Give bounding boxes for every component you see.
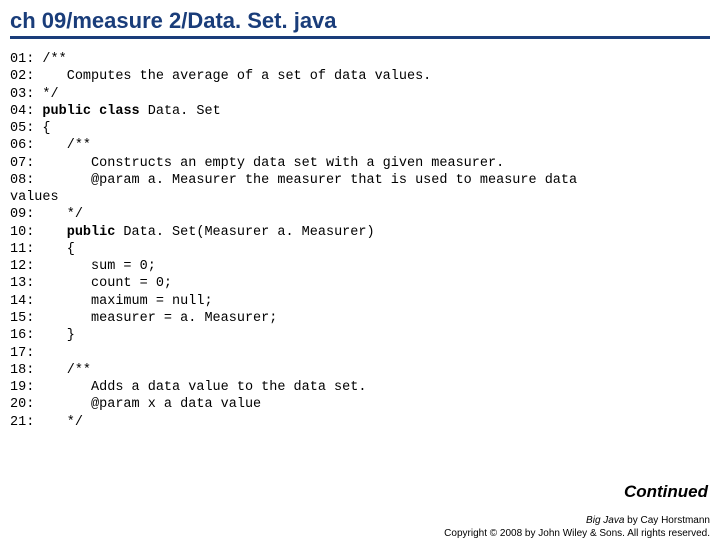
code: /** <box>34 363 91 378</box>
code: Data. Set(Measurer a. Measurer) <box>115 225 374 240</box>
code: Data. Set <box>140 104 221 119</box>
keyword-public: public <box>67 225 116 240</box>
code: { <box>34 242 75 257</box>
lineno: 15: <box>10 311 34 326</box>
code: Constructs an empty data set with a give… <box>34 156 504 171</box>
lineno: 21: <box>10 415 34 430</box>
lineno: 05: <box>10 121 34 136</box>
code: count = 0; <box>34 276 172 291</box>
lineno: 17: <box>10 346 34 361</box>
code: sum = 0; <box>34 259 156 274</box>
copyright: Copyright © 2008 by John Wiley & Sons. A… <box>444 527 710 540</box>
lineno: 08: <box>10 173 34 188</box>
lineno: 03: <box>10 87 34 102</box>
code <box>34 225 66 240</box>
code: Adds a data value to the data set. <box>34 380 366 395</box>
lineno: 11: <box>10 242 34 257</box>
code: /** <box>34 52 66 67</box>
lineno: 18: <box>10 363 34 378</box>
code: { <box>34 121 50 136</box>
book-title: Big Java <box>586 515 624 526</box>
code: values <box>10 190 59 205</box>
lineno: 09: <box>10 207 34 222</box>
lineno: 01: <box>10 52 34 67</box>
code-listing: 01: /** 02: Computes the average of a se… <box>10 51 720 431</box>
book-credit: Big Java by Cay Horstmann <box>444 514 710 527</box>
keyword-class: class <box>99 104 140 119</box>
code: @param x a data value <box>34 397 261 412</box>
code: } <box>34 328 75 343</box>
lineno: 04: <box>10 104 34 119</box>
lineno: 19: <box>10 380 34 395</box>
code: /** <box>34 138 91 153</box>
lineno: 16: <box>10 328 34 343</box>
footer: Big Java by Cay Horstmann Copyright © 20… <box>444 514 710 540</box>
page-title: ch 09/measure 2/Data. Set. java <box>10 8 710 34</box>
lineno: 20: <box>10 397 34 412</box>
code <box>91 104 99 119</box>
code: measurer = a. Measurer; <box>34 311 277 326</box>
code: Computes the average of a set of data va… <box>34 69 431 84</box>
lineno: 06: <box>10 138 34 153</box>
code: */ <box>34 207 83 222</box>
code: maximum = null; <box>34 294 212 309</box>
lineno: 10: <box>10 225 34 240</box>
continued-label: Continued <box>624 482 708 502</box>
lineno: 07: <box>10 156 34 171</box>
slide-header: ch 09/measure 2/Data. Set. java <box>10 8 710 39</box>
code: */ <box>34 415 83 430</box>
book-author: by Cay Horstmann <box>624 515 710 526</box>
code: */ <box>34 87 58 102</box>
keyword-public: public <box>42 104 91 119</box>
lineno: 02: <box>10 69 34 84</box>
code: @param a. Measurer the measurer that is … <box>34 173 577 188</box>
lineno: 12: <box>10 259 34 274</box>
lineno: 13: <box>10 276 34 291</box>
lineno: 14: <box>10 294 34 309</box>
